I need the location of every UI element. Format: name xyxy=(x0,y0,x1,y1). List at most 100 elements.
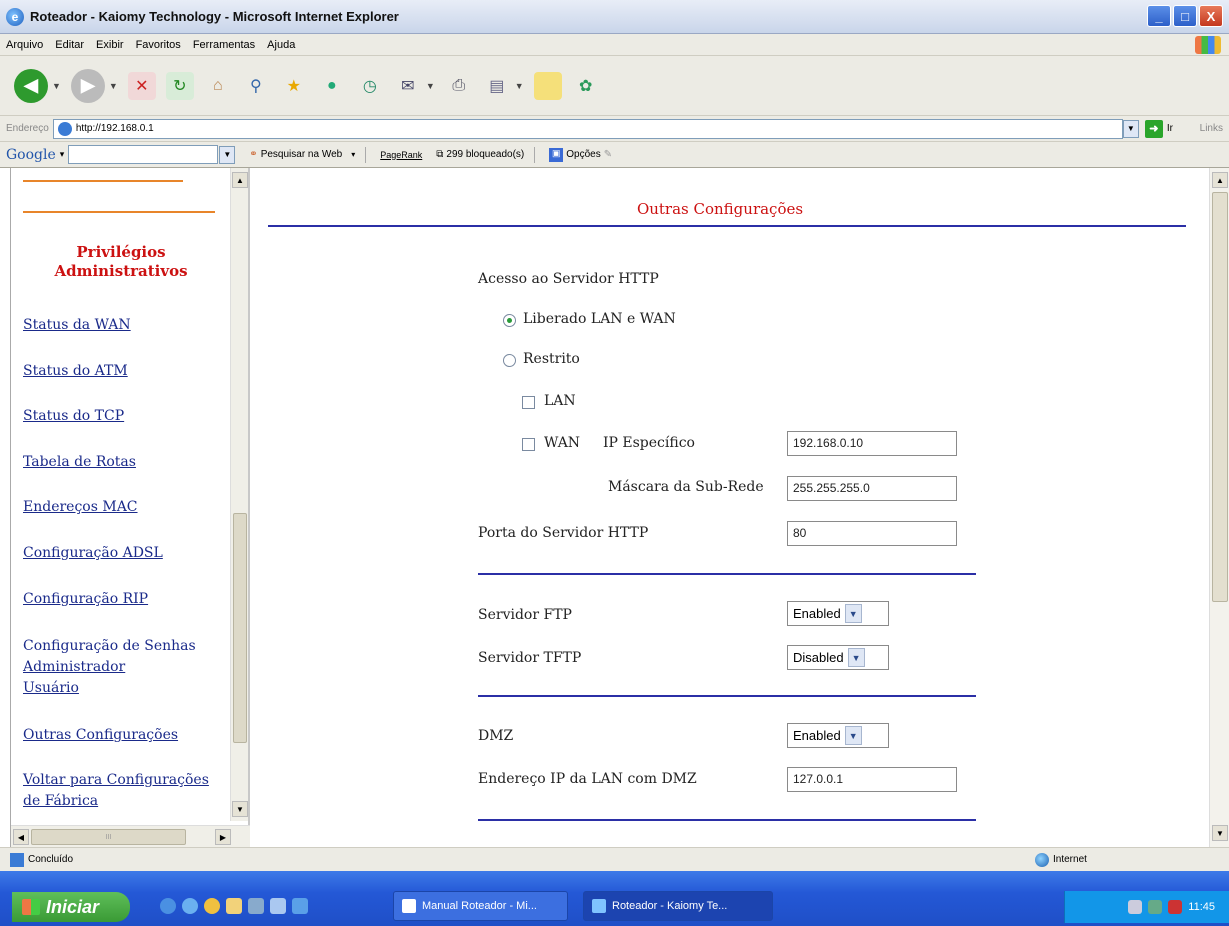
main-vertical-scrollbar[interactable]: ▲ ▼ xyxy=(1209,168,1229,847)
radio-restricted[interactable] xyxy=(503,354,516,367)
checkbox-wan[interactable] xyxy=(522,438,535,451)
scroll-up-icon[interactable]: ▲ xyxy=(1212,172,1228,188)
scroll-thumb[interactable] xyxy=(233,513,247,743)
sidebar-horizontal-scrollbar[interactable]: ◀ III ▶ xyxy=(11,825,251,847)
player-quicklaunch-icon[interactable] xyxy=(204,898,220,914)
menu-ferramentas[interactable]: Ferramentas xyxy=(193,39,255,51)
messenger-icon[interactable]: ✿ xyxy=(572,72,600,100)
blocked-count: 299 bloqueado(s) xyxy=(446,149,525,160)
forward-dropdown-icon[interactable]: ▼ xyxy=(109,81,118,91)
scroll-down-icon[interactable]: ▼ xyxy=(232,801,248,817)
go-button[interactable]: Ir xyxy=(1167,123,1173,134)
print-icon[interactable]: ⎙ xyxy=(445,72,473,100)
scroll-left-icon[interactable]: ◀ xyxy=(13,829,29,845)
ip-specific-input[interactable]: 192.168.0.10 xyxy=(787,431,957,456)
menu-favoritos[interactable]: Favoritos xyxy=(136,39,181,51)
mail-dropdown-icon[interactable]: ▼ xyxy=(426,81,435,91)
dmz-label: DMZ xyxy=(478,728,514,744)
google-logo[interactable]: Google xyxy=(6,147,56,163)
home-icon[interactable]: ⌂ xyxy=(204,72,232,100)
subnet-mask-input[interactable]: 255.255.255.0 xyxy=(787,476,957,501)
sidebar-link-mac-addresses[interactable]: Endereços MAC xyxy=(23,497,138,518)
sidebar-link-status-wan[interactable]: Status da WAN xyxy=(23,315,131,336)
edit-icon[interactable]: ▤ xyxy=(483,72,511,100)
sidebar-link-status-atm[interactable]: Status do ATM xyxy=(23,361,128,382)
dmz-ip-label: Endereço IP da LAN com DMZ xyxy=(478,771,697,787)
back-icon[interactable]: ◀ xyxy=(14,68,48,103)
taskbar-item-manual-label: Manual Roteador - Mi... xyxy=(422,900,537,912)
address-dropdown-icon[interactable]: ▼ xyxy=(1122,119,1139,138)
taskbar-item-manual[interactable]: Manual Roteador - Mi... xyxy=(393,891,568,921)
options-button[interactable]: ▣ Opções ✎ xyxy=(549,147,612,162)
google-search-input[interactable] xyxy=(68,145,219,164)
favorites-icon[interactable]: ★ xyxy=(280,72,308,100)
sidebar-link-route-table[interactable]: Tabela de Rotas xyxy=(23,452,136,473)
sidebar-link-admin-password[interactable]: Administrador xyxy=(23,657,125,678)
maximize-button[interactable]: □ xyxy=(1173,5,1197,27)
links-button[interactable]: Links xyxy=(1200,123,1223,134)
security-zone: Internet xyxy=(1035,852,1087,867)
checkbox-lan[interactable] xyxy=(522,396,535,409)
ftp-server-select[interactable]: Enabled ▼ xyxy=(787,601,889,626)
menu-exibir[interactable]: Exibir xyxy=(96,39,124,51)
scroll-thumb[interactable] xyxy=(1212,192,1228,602)
ftp-server-label: Servidor FTP xyxy=(478,607,572,623)
menu-arquivo[interactable]: Arquivo xyxy=(6,39,43,51)
forward-icon[interactable]: ▶ xyxy=(70,68,105,103)
media-quicklaunch-icon[interactable] xyxy=(182,898,198,914)
google-search-dropdown-icon[interactable]: ▼ xyxy=(219,145,236,164)
desktop-quicklaunch-icon[interactable] xyxy=(248,898,264,914)
sidebar-link-factory-reset[interactable]: Voltar para Configurações xyxy=(23,770,209,791)
sidebar-link-user-password[interactable]: Usuário xyxy=(23,678,79,699)
scroll-right-icon[interactable]: ▶ xyxy=(215,829,231,845)
document-quicklaunch-icon[interactable] xyxy=(270,898,286,914)
menu-editar[interactable]: Editar xyxy=(55,39,84,51)
menu-ajuda[interactable]: Ajuda xyxy=(267,39,295,51)
history-icon[interactable]: ◷ xyxy=(356,72,384,100)
scroll-down-icon[interactable]: ▼ xyxy=(1212,825,1228,841)
ie-quicklaunch-icon[interactable] xyxy=(160,898,176,914)
tray-chevron-icon[interactable] xyxy=(1128,900,1143,914)
address-input[interactable]: http://192.168.0.1 xyxy=(52,118,1123,139)
http-port-input[interactable]: 80 xyxy=(787,521,957,546)
popup-blocker-button[interactable]: ⧉ 299 bloqueado(s) xyxy=(436,149,524,160)
media-icon[interactable]: ● xyxy=(318,72,346,100)
google-dropdown-icon[interactable]: ▾ xyxy=(60,149,65,160)
go-arrow-icon[interactable]: ➜ xyxy=(1144,119,1163,138)
close-button[interactable]: X xyxy=(1199,5,1223,27)
edit-dropdown-icon[interactable]: ▼ xyxy=(515,81,524,91)
sidebar-link-factory-reset-cont[interactable]: de Fábrica xyxy=(23,791,98,812)
discuss-icon[interactable] xyxy=(533,71,562,100)
start-button[interactable]: Iniciar xyxy=(12,892,130,922)
sidebar-vertical-scrollbar[interactable]: ▲ ▼ xyxy=(230,168,248,821)
network-icon[interactable] xyxy=(1148,900,1163,914)
sidebar-link-rip-config[interactable]: Configuração RIP xyxy=(23,589,148,610)
stop-icon[interactable]: ✕ xyxy=(127,71,156,100)
pagerank-indicator[interactable]: PageRank xyxy=(380,150,422,160)
ie-icon xyxy=(592,899,606,913)
chevron-down-icon: ▼ xyxy=(844,726,862,745)
refresh-icon[interactable]: ↻ xyxy=(165,71,194,100)
checkbox-lan-label: LAN xyxy=(544,393,576,409)
dmz-select[interactable]: Enabled ▼ xyxy=(787,723,889,748)
scroll-up-icon[interactable]: ▲ xyxy=(232,172,248,188)
pencil-icon[interactable]: ✎ xyxy=(604,149,612,160)
back-dropdown-icon[interactable]: ▼ xyxy=(52,81,61,91)
folder-quicklaunch-icon[interactable] xyxy=(226,898,242,914)
search-web-dropdown-icon[interactable]: ▾ xyxy=(351,150,355,159)
tftp-server-select[interactable]: Disabled ▼ xyxy=(787,645,889,670)
mail-icon[interactable]: ✉ xyxy=(394,72,422,100)
search-icon[interactable]: ⚲ xyxy=(242,72,270,100)
sidebar-link-status-tcp[interactable]: Status do TCP xyxy=(23,406,124,427)
minimize-button[interactable]: _ xyxy=(1147,5,1171,27)
scroll-thumb-horizontal[interactable]: III xyxy=(31,829,186,845)
radio-lan-wan[interactable] xyxy=(503,314,516,327)
taskbar-item-browser[interactable]: Roteador - Kaiomy Te... xyxy=(583,891,773,921)
search-web-button[interactable]: ⚭ Pesquisar na Web ▾ xyxy=(249,149,355,160)
dmz-ip-input[interactable]: 127.0.0.1 xyxy=(787,767,957,792)
app-quicklaunch-icon[interactable] xyxy=(292,898,308,914)
sidebar-link-adsl-config[interactable]: Configuração ADSL xyxy=(23,543,163,564)
separator xyxy=(365,146,367,163)
tray-app-icon[interactable] xyxy=(1168,900,1183,914)
sidebar-link-other-config[interactable]: Outras Configurações xyxy=(23,725,178,746)
